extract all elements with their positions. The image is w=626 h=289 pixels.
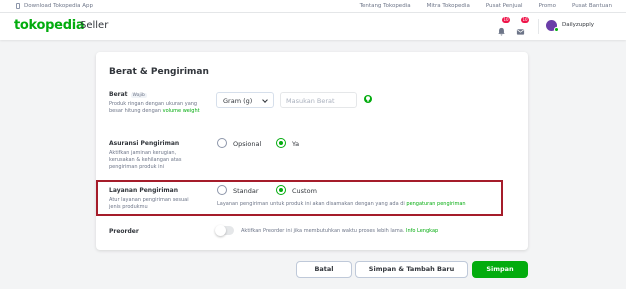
- save-and-add-button[interactable]: Simpan & Tambah Baru: [355, 261, 468, 278]
- shipping-radio-custom[interactable]: [276, 185, 286, 195]
- shipping-radio-standar[interactable]: [217, 185, 227, 195]
- top-link-pusat-penjual[interactable]: Pusat Penjual: [486, 3, 523, 9]
- insurance-radio-opsional[interactable]: [217, 138, 227, 148]
- verified-check-icon: [554, 27, 559, 32]
- shipping-option-standar[interactable]: Standar: [233, 187, 259, 195]
- insurance-option-opsional[interactable]: Opsional: [233, 140, 261, 148]
- notification-bell-icon[interactable]: 10: [497, 17, 510, 36]
- weight-label-text: Berat: [109, 91, 128, 98]
- preorder-info-link[interactable]: Info Lengkap: [406, 228, 438, 234]
- logo-seller-label: Seller: [80, 20, 109, 31]
- lightbulb-icon[interactable]: [364, 95, 372, 103]
- mail-badge: 10: [521, 17, 529, 23]
- save-button[interactable]: Simpan: [472, 261, 528, 278]
- header-divider: [538, 19, 539, 34]
- weight-unit-select[interactable]: Gram (g): [216, 92, 274, 108]
- shipping-service-description: Atur layanan pengiriman sesuai jenis pro…: [109, 197, 189, 210]
- header: tokopedia Seller 10 10 Dailyzupply: [0, 13, 626, 40]
- top-link-promo[interactable]: Promo: [539, 3, 556, 9]
- insurance-label: Asuransi Pengiriman: [109, 140, 180, 147]
- tokopedia-logo[interactable]: tokopedia: [14, 18, 85, 33]
- insurance-radio-ya[interactable]: [276, 138, 286, 148]
- section-title: Berat & Pengiriman: [109, 67, 209, 77]
- mail-icon[interactable]: 10: [516, 17, 529, 35]
- required-tag: Wajib: [130, 93, 147, 98]
- phone-icon: [16, 3, 20, 9]
- weight-description: Produk ringan dengan ukuran yang besar h…: [109, 101, 205, 115]
- chevron-down-icon: [262, 97, 268, 103]
- preorder-description: Aktifkan Preorder ini jika membutuhkan w…: [241, 228, 438, 234]
- weight-input[interactable]: Masukan Berat: [280, 92, 357, 108]
- cancel-button[interactable]: Batal: [296, 261, 352, 278]
- insurance-option-ya[interactable]: Ya: [292, 140, 299, 148]
- preorder-toggle[interactable]: [215, 225, 234, 236]
- weight-unit-value: Gram (g): [223, 97, 253, 105]
- insurance-description: Aktifkan jaminan kerugian, kerusakan & k…: [109, 150, 182, 170]
- shipping-option-custom[interactable]: Custom: [292, 187, 317, 195]
- shipping-settings-link[interactable]: pengaturan pengiriman: [406, 201, 465, 207]
- shipping-note: Layanan pengiriman untuk produk ini akan…: [217, 201, 466, 207]
- weight-label: Berat Wajib: [109, 91, 147, 98]
- top-links: Tentang Tokopedia Mitra Tokopedia Pusat …: [360, 3, 612, 9]
- top-link-mitra[interactable]: Mitra Tokopedia: [427, 3, 470, 9]
- top-link-pusat-bantuan[interactable]: Pusat Bantuan: [572, 3, 612, 9]
- preorder-text: Aktifkan Preorder ini jika membutuhkan w…: [241, 228, 405, 234]
- top-link-tentang[interactable]: Tentang Tokopedia: [360, 3, 411, 9]
- shipping-service-label: Layanan Pengiriman: [109, 187, 179, 194]
- preorder-label: Preorder: [109, 228, 139, 235]
- shop-name[interactable]: Dailyzupply: [562, 22, 594, 28]
- shipping-note-text: Layanan pengiriman untuk produk ini akan…: [217, 201, 405, 207]
- volume-weight-link[interactable]: volume weight: [163, 108, 200, 114]
- weight-input-placeholder: Masukan Berat: [286, 97, 335, 105]
- download-app-link[interactable]: Download Tokopedia App: [16, 3, 93, 9]
- download-app-label: Download Tokopedia App: [24, 3, 93, 9]
- shipping-card: Berat & Pengiriman Berat Wajib Produk rin…: [96, 52, 528, 250]
- top-bar: Download Tokopedia App Tentang Tokopedia…: [0, 0, 626, 13]
- notification-badge: 10: [502, 17, 510, 23]
